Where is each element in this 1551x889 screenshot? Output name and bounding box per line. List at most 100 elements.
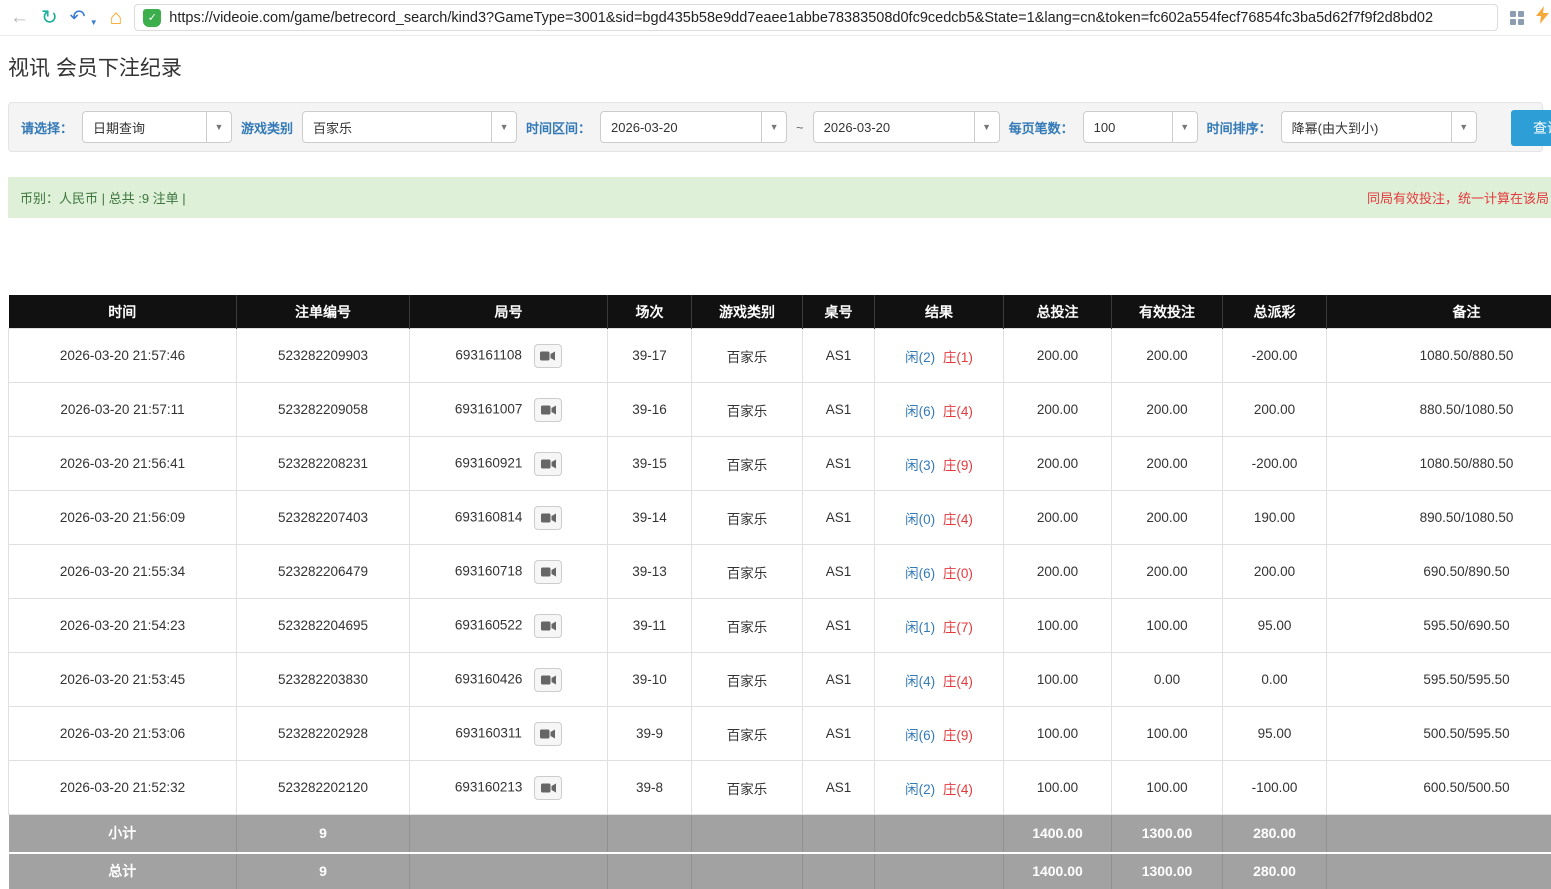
video-replay-button[interactable] bbox=[534, 398, 562, 422]
cell-valid-bet: 200.00 bbox=[1112, 329, 1223, 383]
round-number: 693160426 bbox=[455, 671, 523, 686]
banker-result: 庄(4) bbox=[943, 404, 973, 419]
total-count: 9 bbox=[237, 853, 410, 889]
chevron-down-icon[interactable]: ▼ bbox=[491, 112, 516, 142]
player-result: 闲(3) bbox=[905, 458, 935, 473]
search-button[interactable]: 查询 bbox=[1511, 110, 1551, 146]
chevron-down-icon[interactable]: ▼ bbox=[761, 112, 786, 142]
video-replay-button[interactable] bbox=[534, 344, 562, 368]
cell-total-bet[interactable]: 200.00 bbox=[1004, 545, 1112, 599]
video-replay-button[interactable] bbox=[534, 560, 562, 584]
player-result: 闲(6) bbox=[905, 404, 935, 419]
cell-bet-no: 523282202928 bbox=[237, 707, 410, 761]
cell-note: 690.50/890.50 bbox=[1327, 545, 1551, 599]
cell-table-no: AS1 bbox=[803, 437, 875, 491]
cell-payout: 95.00 bbox=[1223, 707, 1327, 761]
address-bar[interactable]: ✓ https://videoie.com/game/betrecord_sea… bbox=[134, 4, 1498, 31]
player-result: 闲(2) bbox=[905, 350, 935, 365]
cell-total-bet[interactable]: 100.00 bbox=[1004, 761, 1112, 815]
cell-total-bet[interactable]: 200.00 bbox=[1004, 491, 1112, 545]
date-to-select[interactable]: 2026-03-20 ▼ bbox=[813, 111, 1000, 143]
cell-bet-no: 523282207403 bbox=[237, 491, 410, 545]
cell-game-type: 百家乐 bbox=[692, 653, 803, 707]
player-result: 闲(6) bbox=[905, 566, 935, 581]
header-table-no: 桌号 bbox=[803, 296, 875, 329]
page-size-select[interactable]: 100 ▼ bbox=[1083, 111, 1198, 143]
header-game-type: 游戏类别 bbox=[692, 296, 803, 329]
cell-bet-no: 523282203830 bbox=[237, 653, 410, 707]
cell-total-bet[interactable]: 200.00 bbox=[1004, 383, 1112, 437]
extensions-grid-icon[interactable] bbox=[1510, 11, 1524, 25]
undo-dropdown-icon[interactable]: ▼ bbox=[90, 18, 98, 35]
query-type-select[interactable]: 日期查询 ▼ bbox=[82, 111, 232, 143]
url-text[interactable]: https://videoie.com/game/betrecord_searc… bbox=[169, 10, 1433, 26]
cell-round: 693160426 bbox=[410, 653, 608, 707]
cell-payout: -200.00 bbox=[1223, 329, 1327, 383]
cell-total-bet[interactable]: 200.00 bbox=[1004, 329, 1112, 383]
game-type-select[interactable]: 百家乐 ▼ bbox=[302, 111, 517, 143]
cell-session: 39-17 bbox=[608, 329, 692, 383]
cell-result: 闲(3) 庄(9) bbox=[875, 437, 1004, 491]
total-valid-bet: 1300.00 bbox=[1112, 853, 1223, 889]
banker-result: 庄(0) bbox=[943, 566, 973, 581]
header-valid-bet: 有效投注 bbox=[1112, 296, 1223, 329]
subtotal-count: 9 bbox=[237, 815, 410, 853]
header-note: 备注 bbox=[1327, 296, 1551, 329]
cell-game-type: 百家乐 bbox=[692, 383, 803, 437]
chevron-down-icon[interactable]: ▼ bbox=[1172, 112, 1197, 142]
table-row: 2026-03-20 21:57:46 523282209903 6931611… bbox=[9, 329, 1551, 383]
video-replay-button[interactable] bbox=[534, 614, 562, 638]
player-result: 闲(4) bbox=[905, 674, 935, 689]
cell-time: 2026-03-20 21:53:06 bbox=[9, 707, 237, 761]
cell-valid-bet: 200.00 bbox=[1112, 545, 1223, 599]
video-replay-button[interactable] bbox=[534, 722, 562, 746]
total-payout: 280.00 bbox=[1223, 853, 1327, 889]
video-replay-button[interactable] bbox=[534, 452, 562, 476]
chevron-down-icon[interactable]: ▼ bbox=[206, 112, 231, 142]
home-icon[interactable]: ⌂ bbox=[110, 7, 123, 28]
chevron-down-icon[interactable]: ▼ bbox=[974, 112, 999, 142]
cell-valid-bet: 100.00 bbox=[1112, 599, 1223, 653]
cell-game-type: 百家乐 bbox=[692, 545, 803, 599]
round-number: 693160213 bbox=[455, 779, 523, 794]
cell-total-bet[interactable]: 200.00 bbox=[1004, 437, 1112, 491]
cell-total-bet[interactable]: 100.00 bbox=[1004, 707, 1112, 761]
video-replay-button[interactable] bbox=[534, 506, 562, 530]
video-replay-button[interactable] bbox=[534, 668, 562, 692]
table-row: 2026-03-20 21:55:34 523282206479 6931607… bbox=[9, 545, 1551, 599]
cell-valid-bet: 200.00 bbox=[1112, 491, 1223, 545]
video-camera-icon bbox=[540, 350, 555, 362]
undo-icon[interactable]: ↶ bbox=[70, 8, 86, 27]
video-camera-icon bbox=[541, 404, 556, 416]
refresh-icon[interactable]: ↻ bbox=[41, 8, 58, 28]
sort-value: 降幂(由大到小) bbox=[1282, 118, 1451, 137]
cell-bet-no: 523282208231 bbox=[237, 437, 410, 491]
time-range-label: 时间区间： bbox=[526, 118, 591, 137]
cell-total-bet[interactable]: 100.00 bbox=[1004, 653, 1112, 707]
back-icon[interactable]: ← bbox=[10, 8, 29, 27]
cell-payout: 95.00 bbox=[1223, 599, 1327, 653]
cell-bet-no: 523282209058 bbox=[237, 383, 410, 437]
video-camera-icon bbox=[541, 566, 556, 578]
video-replay-button[interactable] bbox=[534, 776, 562, 800]
cell-round: 693160814 bbox=[410, 491, 608, 545]
sort-select[interactable]: 降幂(由大到小) ▼ bbox=[1281, 111, 1477, 143]
cell-result: 闲(6) 庄(9) bbox=[875, 707, 1004, 761]
cell-round: 693161108 bbox=[410, 329, 608, 383]
cell-round: 693161007 bbox=[410, 383, 608, 437]
cell-bet-no: 523282204695 bbox=[237, 599, 410, 653]
cell-payout: 200.00 bbox=[1223, 545, 1327, 599]
banker-result: 庄(7) bbox=[943, 620, 973, 635]
banker-result: 庄(1) bbox=[943, 350, 973, 365]
cell-result: 闲(4) 庄(4) bbox=[875, 653, 1004, 707]
lightning-icon[interactable] bbox=[1536, 6, 1549, 29]
cell-time: 2026-03-20 21:57:11 bbox=[9, 383, 237, 437]
chevron-down-icon[interactable]: ▼ bbox=[1451, 112, 1476, 142]
cell-game-type: 百家乐 bbox=[692, 707, 803, 761]
date-from-select[interactable]: 2026-03-20 ▼ bbox=[600, 111, 787, 143]
header-total-bet: 总投注 bbox=[1004, 296, 1112, 329]
table-row: 2026-03-20 21:53:45 523282203830 6931604… bbox=[9, 653, 1551, 707]
video-camera-icon bbox=[541, 782, 556, 794]
cell-total-bet[interactable]: 100.00 bbox=[1004, 599, 1112, 653]
player-result: 闲(6) bbox=[905, 728, 935, 743]
